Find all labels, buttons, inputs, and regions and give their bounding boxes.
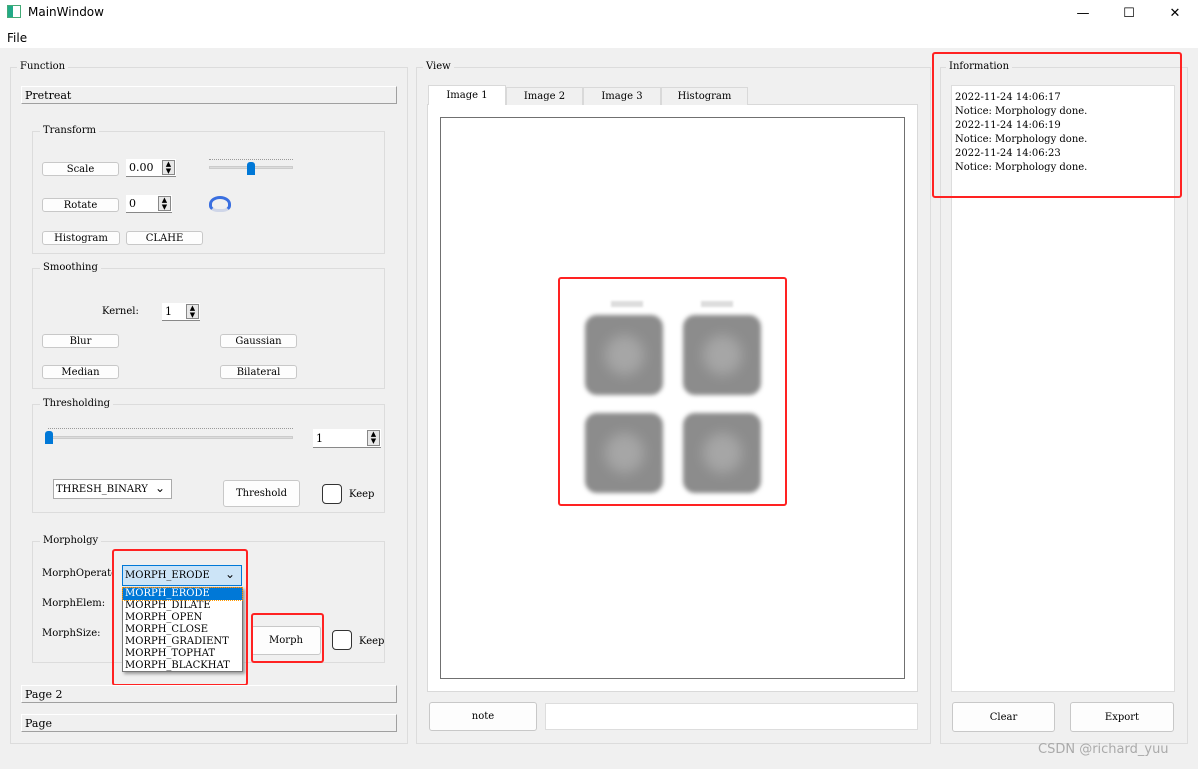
function-title: Function [17,61,69,72]
close-button[interactable]: ✕ [1152,0,1198,26]
page2-button[interactable]: Page 2 [21,685,397,703]
chevron-down-icon: ⌄ [154,481,165,495]
rotate-dial-icon[interactable] [209,196,231,212]
page-button[interactable]: Page [21,714,397,732]
highlight-box [251,613,324,663]
window-title: MainWindow [28,5,104,19]
threshold-keep-label: Keep [349,489,375,500]
note-button[interactable]: note [429,702,537,731]
app-icon [7,5,21,18]
kernel-value: 1 [165,305,172,318]
rotate-spinbox[interactable]: 0 ▲ ▼ [126,195,172,213]
menu-file[interactable]: File [7,31,27,45]
morph-keep-label: Keep [359,636,385,647]
scale-button[interactable]: Scale [42,162,119,176]
morph-keep-checkbox[interactable] [332,630,352,650]
highlight-box [112,549,248,686]
gaussian-button[interactable]: Gaussian [220,334,297,348]
scale-spinbox[interactable]: 0.00 ▲ ▼ [126,159,176,177]
morph-operator-label: MorphOperato [42,568,114,579]
maximize-button[interactable]: ☐ [1106,0,1152,26]
spin-arrows-icon[interactable]: ▲ ▼ [186,304,199,319]
highlight-box [932,52,1182,198]
threshold-type-combo[interactable]: THRESH_BINARY ⌄ [53,479,172,499]
spin-arrows-icon[interactable]: ▲ ▼ [158,196,171,211]
kernel-spinbox[interactable]: 1 ▲ ▼ [162,303,200,321]
threshold-type-value: THRESH_BINARY [56,484,148,495]
rotate-value: 0 [129,197,136,210]
rotate-button[interactable]: Rotate [42,198,119,212]
kernel-label: Kernel: [102,306,139,317]
blur-button[interactable]: Blur [42,334,119,348]
threshold-slider-ticks [48,428,293,432]
transform-title: Transform [40,125,99,136]
bilateral-button[interactable]: Bilateral [220,365,297,379]
threshold-button[interactable]: Threshold [223,480,300,507]
threshold-value: 1 [316,431,323,445]
pretreat-page-button[interactable]: Pretreat [21,86,397,104]
threshold-slider[interactable] [45,436,293,439]
morph-size-label: MorphSize: [42,628,101,639]
threshold-keep-checkbox[interactable] [322,484,342,504]
threshold-spinbox[interactable]: 1 ▲ ▼ [313,429,381,448]
view-title: View [423,61,454,72]
scale-value: 0.00 [129,161,154,174]
clahe-button[interactable]: CLAHE [126,231,203,245]
watermark: CSDN @richard_yuu [1038,742,1169,757]
highlight-box [558,277,787,506]
tab-histogram[interactable]: Histogram [661,87,748,105]
smoothing-title: Smoothing [40,262,101,273]
menu-bar [0,26,1198,48]
morph-elem-label: MorphElem: [42,598,106,609]
title-bar [0,0,1198,26]
note-field[interactable] [545,703,918,730]
thresholding-title: Thresholding [40,398,114,409]
morphology-title: Morpholgy [40,535,102,546]
spin-arrows-icon[interactable]: ▲ ▼ [367,430,380,446]
threshold-slider-handle[interactable] [45,431,53,444]
clear-button[interactable]: Clear [952,702,1055,732]
tab-image-2[interactable]: Image 2 [506,87,583,105]
median-button[interactable]: Median [42,365,119,379]
histogram-button[interactable]: Histogram [42,231,120,245]
tab-image-1[interactable]: Image 1 [428,85,506,105]
minimize-button[interactable]: — [1060,0,1106,26]
export-button[interactable]: Export [1070,702,1174,732]
spin-arrows-icon[interactable]: ▲ ▼ [162,160,175,175]
tab-image-3[interactable]: Image 3 [583,87,661,105]
scale-slider-handle[interactable] [247,162,255,175]
